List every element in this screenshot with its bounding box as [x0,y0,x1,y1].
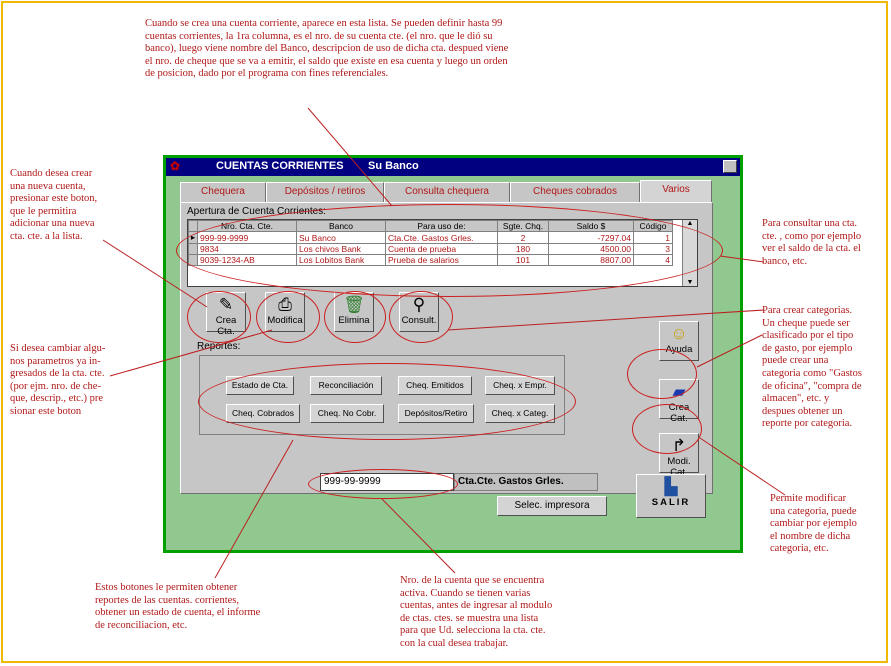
callout-line [447,309,765,331]
callout-line [381,498,456,574]
callout-line [719,255,765,263]
callout-lines [102,107,786,579]
callout-line [214,439,294,579]
callout-line [102,239,208,308]
callout-line [109,329,273,377]
callout-line [307,107,393,207]
callout-line [696,334,763,368]
callout-line [699,437,786,496]
